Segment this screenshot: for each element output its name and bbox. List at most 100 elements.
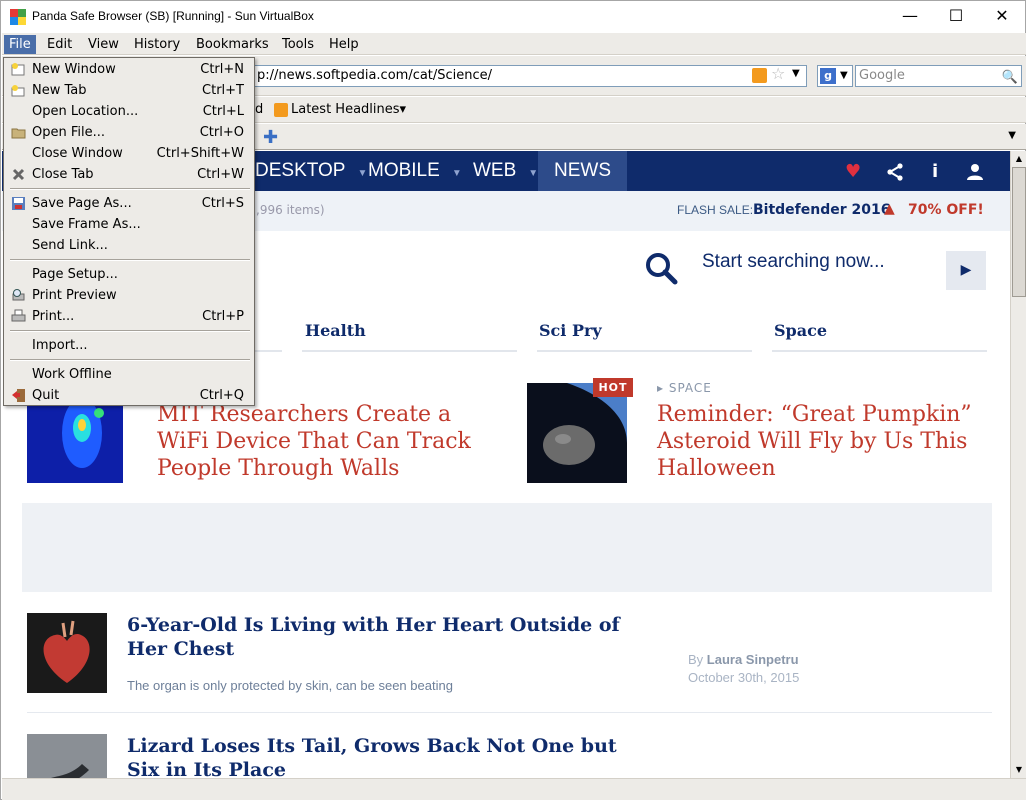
menu-item-open-file[interactable]: Open File... Ctrl+O [4,122,254,143]
menu-separator [10,359,250,361]
menu-item-label: Quit [32,388,60,403]
menu-tools[interactable]: Tools [277,35,319,54]
scrollbar-thumb[interactable] [1012,167,1026,297]
menu-item-new-window[interactable]: New Window Ctrl+N [4,59,254,80]
menu-item-label: New Tab [32,83,87,98]
heart-icon[interactable]: ♥ [845,161,861,182]
menu-item-save-page[interactable]: Save Page As... Ctrl+S [4,193,254,214]
hot-badge: HOT [593,378,633,397]
article-author[interactable]: Laura Sinpetru [707,652,799,667]
menu-item-label: Save Page As... [32,196,132,211]
chevron-down-icon: ▼ [840,70,848,81]
site-search-prompt[interactable]: Start searching now... [702,251,885,273]
search-input[interactable]: Google 🔍 [855,65,1022,87]
menu-item-page-setup[interactable]: Page Setup... [4,264,254,285]
menu-edit[interactable]: Edit [42,35,77,54]
chevron-down-icon: ▼ [357,168,368,179]
menu-item-new-tab[interactable]: New Tab Ctrl+T [4,80,254,101]
flash-sale-label: FLASH SALE: [677,203,754,217]
menu-item-import[interactable]: Import... [4,335,254,356]
menu-item-open-location[interactable]: Open Location... Ctrl+L [4,101,254,122]
lizard-article-thumbnail[interactable] [27,734,107,778]
minimize-button[interactable]: — [887,1,933,31]
url-dropdown-icon[interactable]: ▼ [792,68,800,79]
chevron-right-icon: ▸ [657,381,669,395]
featured-headline[interactable]: Reminder: “Great Pumpkin” Asteroid Will … [657,401,987,482]
menu-history[interactable]: History [129,35,185,54]
article-description: The organ is only protected by skin, can… [127,678,453,693]
article-date: October 30th, 2015 [688,670,800,685]
scroll-up-icon[interactable]: ▲ [1012,152,1026,166]
menu-item-print[interactable]: Print... Ctrl+P [4,306,254,327]
menu-item-label: Close Window [32,146,123,161]
menu-file[interactable]: File [4,35,36,54]
menu-item-quit[interactable]: Quit Ctrl+Q [4,385,254,406]
search-icon[interactable] [644,251,678,285]
menu-item-shortcut: Ctrl+W [197,167,244,182]
search-submit-button[interactable]: ▶ [946,251,986,290]
category-health[interactable]: Health [305,321,366,340]
menu-help[interactable]: Help [324,35,364,54]
close-tab-icon [12,168,25,181]
featured-headline[interactable]: MIT Researchers Create a WiFi Device Tha… [157,401,487,482]
ad-placeholder [22,503,992,592]
menu-item-label: Page Setup... [32,267,118,282]
menu-item-send-link[interactable]: Send Link... [4,235,254,256]
asteroid-thumbnail[interactable] [527,383,627,483]
window-titlebar: Panda Safe Browser (SB) [Running] - Sun … [1,1,1025,32]
nav-desktop[interactable]: DESKTOP ▼ [255,151,367,191]
warning-icon: ▲ [884,201,895,217]
menu-item-label: Print... [32,309,75,324]
close-button[interactable]: ✕ [979,1,1025,31]
flash-sale-discount[interactable]: 70% OFF! [908,202,984,218]
url-input[interactable]: p://news.softpedia.com/cat/Science/ [254,65,807,87]
new-tab-plus-icon[interactable]: ✚ [263,127,278,148]
latest-headlines-bookmark[interactable]: Latest Headlines▾ [291,102,406,117]
open-folder-icon [11,128,26,139]
menu-view[interactable]: View [83,35,124,54]
nav-news[interactable]: NEWS [538,151,627,191]
items-count: ,996 items) [256,203,325,217]
flash-sale-product[interactable]: Bitdefender 2016 [753,202,891,218]
scroll-down-icon[interactable]: ▼ [1012,763,1026,777]
category-divider [772,350,987,352]
user-icon[interactable] [966,163,984,181]
nav-web-label: WEB [473,160,517,181]
category-tag[interactable]: ▸ SPACE [657,381,712,395]
info-icon[interactable]: i [932,161,938,182]
article-title[interactable]: 6-Year-Old Is Living with Her Heart Outs… [127,613,637,661]
menu-item-print-preview[interactable]: Print Preview [4,285,254,306]
category-space[interactable]: Space [774,321,827,340]
bookmark-star-icon[interactable]: ☆ [771,64,785,83]
menu-item-label: Import... [32,338,88,353]
menu-item-shortcut: Ctrl+S [201,196,244,211]
rss-feed-icon[interactable] [752,68,767,83]
play-arrow-icon: ▶ [960,262,972,278]
nav-desktop-label: DESKTOP [255,160,346,181]
search-engine-selector[interactable]: g ▼ [817,65,853,87]
vertical-scrollbar[interactable]: ▲ ▼ [1010,151,1026,778]
menu-item-label: Open File... [32,125,106,140]
menu-item-close-window[interactable]: Close Window Ctrl+Shift+W [4,143,254,164]
menu-item-close-tab[interactable]: Close Tab Ctrl+W [4,164,254,185]
menu-item-work-offline[interactable]: Work Offline [4,364,254,385]
menu-bookmarks[interactable]: Bookmarks [191,35,274,54]
maximize-button[interactable]: ☐ [933,1,979,31]
menu-separator [10,188,250,190]
menu-item-save-frame[interactable]: Save Frame As... [4,214,254,235]
share-icon[interactable] [886,163,904,181]
tab-list-dropdown-icon[interactable]: ▼ [1008,130,1016,141]
category-divider [255,350,282,352]
category-sci-pry[interactable]: Sci Pry [539,321,602,340]
article-title[interactable]: Lizard Loses Its Tail, Grows Back Not On… [127,734,637,778]
nav-web[interactable]: WEB ▼ [473,151,538,191]
search-icon[interactable]: 🔍 [1002,68,1018,88]
bookmark-item[interactable]: d [255,102,263,117]
google-icon: g [820,68,836,84]
byline-prefix: By [688,652,704,667]
menubar: File Edit View History Bookmarks Tools H… [2,33,1026,55]
nav-mobile[interactable]: MOBILE ▼ [368,151,462,191]
heart-article-thumbnail[interactable] [27,613,107,693]
chevron-down-icon: ▼ [451,168,462,179]
rss-feed-icon [274,103,288,117]
